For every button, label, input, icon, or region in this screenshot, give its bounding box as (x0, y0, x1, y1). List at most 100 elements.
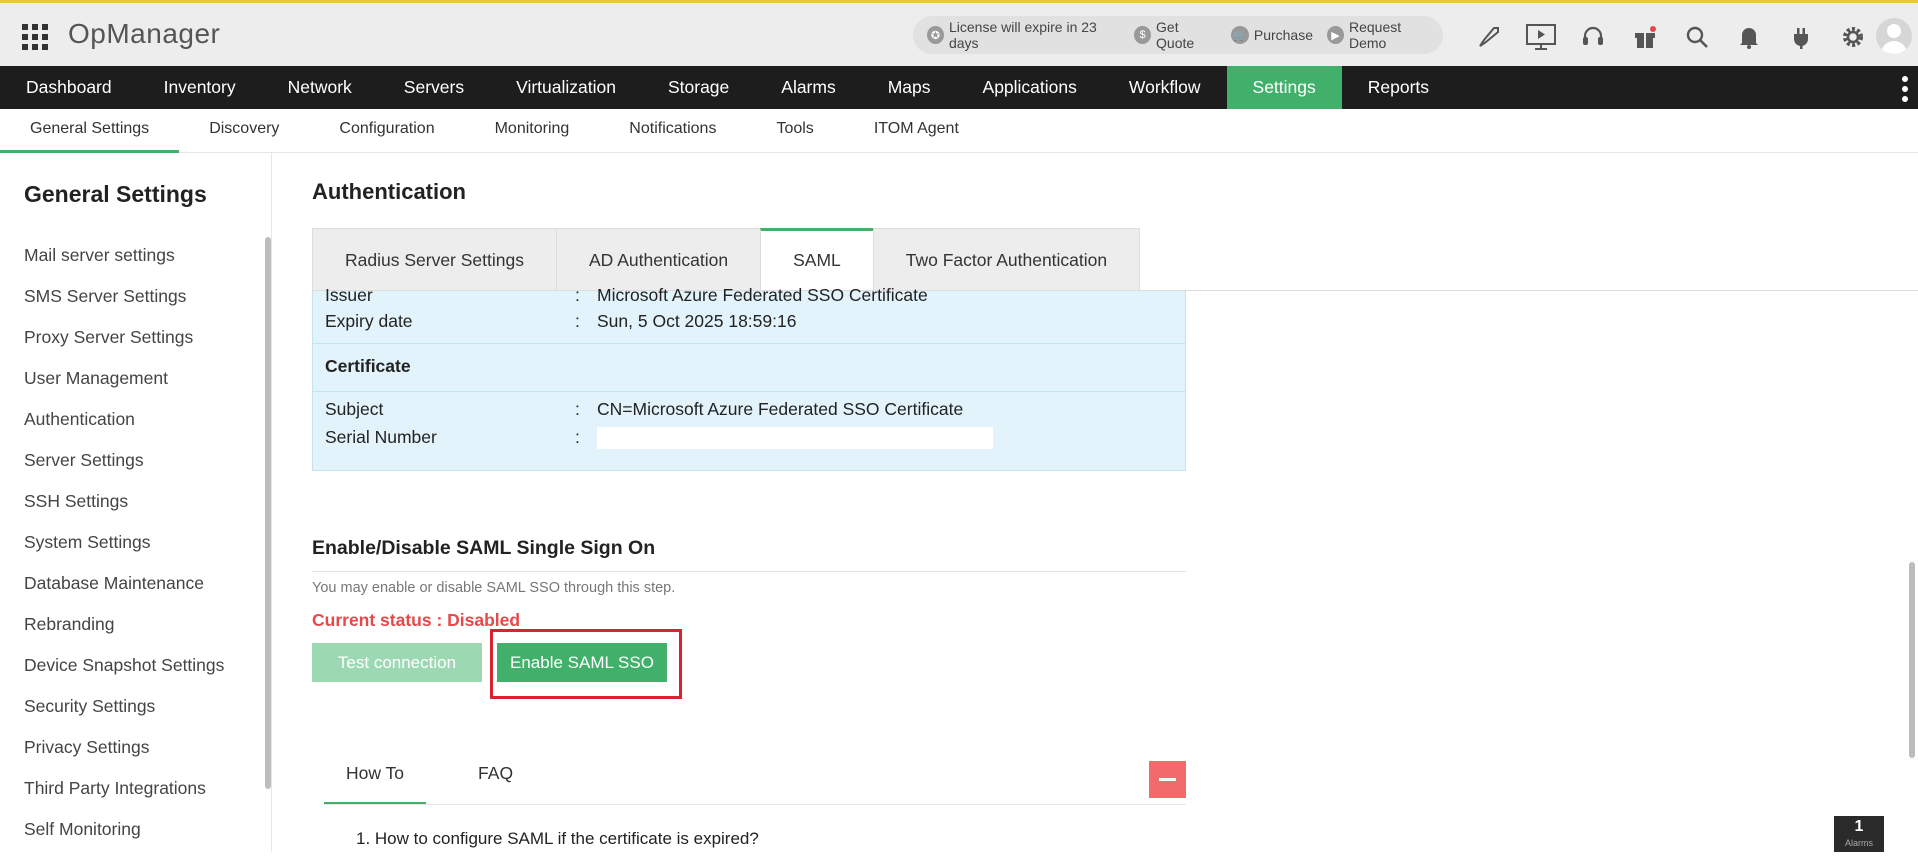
sidebar-item-system-settings[interactable]: System Settings (24, 530, 224, 571)
sidebar-item-sms-server-settings[interactable]: SMS Server Settings (24, 284, 224, 325)
license-icon: ✪ (927, 26, 944, 44)
enable-saml-sso-button[interactable]: Enable SAML SSO (497, 643, 667, 682)
search-icon[interactable] (1671, 20, 1723, 54)
sidebar-item-authentication[interactable]: Authentication (24, 407, 224, 448)
gift-icon[interactable] (1619, 20, 1671, 54)
main-content: Authentication Radius Server Settings AD … (272, 153, 1918, 852)
top-bar: OpManager ✪ License will expire in 23 da… (0, 0, 1918, 66)
auth-tabs: Radius Server Settings AD Authentication S… (312, 228, 1141, 291)
help-question[interactable]: 1. How to configure SAML if the certific… (356, 829, 759, 849)
subnav-tools[interactable]: Tools (746, 109, 843, 153)
certificate-section-header: Certificate (313, 343, 1185, 392)
subnav-general-settings[interactable]: General Settings (0, 109, 180, 153)
tab-two-factor-authentication[interactable]: Two Factor Authentication (872, 228, 1141, 291)
help-tabs-divider (324, 804, 1186, 805)
collapse-button[interactable] (1149, 761, 1186, 798)
subnav-itom-agent[interactable]: ITOM Agent (844, 109, 989, 153)
test-connection-button[interactable]: Test connection (312, 643, 482, 682)
user-avatar[interactable] (1876, 18, 1912, 54)
sidebar-item-user-management[interactable]: User Management (24, 366, 224, 407)
issuer-sep: : (575, 285, 580, 305)
expiry-row: Expiry date : Sun, 5 Oct 2025 18:59:16 (325, 311, 796, 332)
promo-bar: ✪ License will expire in 23 days $ Get Q… (913, 16, 1443, 54)
sidebar-item-privacy-settings[interactable]: Privacy Settings (24, 735, 224, 776)
subject-value: CN=Microsoft Azure Federated SSO Certifi… (597, 399, 964, 419)
plug-icon[interactable] (1775, 20, 1827, 54)
sidebar-item-proxy-server-settings[interactable]: Proxy Server Settings (24, 325, 224, 366)
sidebar-item-server-settings[interactable]: Server Settings (24, 448, 224, 489)
tab-ad-authentication[interactable]: AD Authentication (555, 228, 761, 291)
nav-alarms[interactable]: Alarms (755, 66, 861, 109)
main-nav: Dashboard Inventory Network Servers Virtuali… (0, 66, 1918, 109)
certificate-details: Issuer : Microsoft Azure Federated SSO C… (312, 285, 1186, 471)
bell-icon[interactable] (1723, 20, 1775, 54)
sso-section-title: Enable/Disable SAML Single Sign On (312, 537, 656, 559)
subnav-notifications[interactable]: Notifications (599, 109, 746, 153)
help-tab-faq[interactable]: FAQ (456, 756, 535, 804)
gear-icon[interactable] (1827, 20, 1879, 54)
sidebar-item-rebranding[interactable]: Rebranding (24, 612, 224, 653)
app-grid-icon[interactable] (22, 24, 48, 50)
subnav-monitoring[interactable]: Monitoring (465, 109, 600, 153)
sidebar-scrollbar[interactable] (265, 237, 271, 789)
issuer-value: Microsoft Azure Federated SSO Certificat… (597, 285, 928, 305)
help-tab-how-to[interactable]: How To (324, 756, 427, 804)
headset-icon[interactable] (1567, 20, 1619, 54)
dollar-icon: $ (1134, 26, 1152, 44)
nav-reports[interactable]: Reports (1342, 66, 1455, 109)
serial-label: Serial Number (325, 427, 437, 447)
cart-icon: 🛒 (1230, 26, 1249, 44)
nav-maps[interactable]: Maps (862, 66, 957, 109)
more-menu-icon[interactable] (1902, 76, 1908, 102)
get-quote-link[interactable]: $ Get Quote (1134, 19, 1217, 51)
serial-value-redacted (597, 427, 993, 449)
sidebar-item-device-snapshot-settings[interactable]: Device Snapshot Settings (24, 653, 224, 694)
sidebar-item-security-settings[interactable]: Security Settings (24, 694, 224, 735)
nav-dashboard[interactable]: Dashboard (0, 66, 138, 109)
subnav-configuration[interactable]: Configuration (309, 109, 464, 153)
nav-settings[interactable]: Settings (1226, 66, 1342, 109)
purchase-link[interactable]: 🛒 Purchase (1230, 26, 1313, 44)
sidebar-item-mail-server-settings[interactable]: Mail server settings (24, 243, 224, 284)
certificate-heading: Certificate (325, 356, 411, 376)
expiry-sep: : (575, 311, 580, 331)
expiry-value: Sun, 5 Oct 2025 18:59:16 (597, 311, 797, 331)
nav-network[interactable]: Network (262, 66, 378, 109)
sso-description: You may enable or disable SAML SSO throu… (312, 580, 676, 596)
request-demo-text: Request Demo (1348, 19, 1402, 51)
help-tabs: How To FAQ (324, 756, 565, 804)
subject-sep: : (575, 399, 580, 419)
subject-row: Subject : CN=Microsoft Azure Federated S… (325, 399, 963, 420)
sidebar-item-third-party-integrations[interactable]: Third Party Integrations (24, 776, 224, 817)
sub-nav: General Settings Discovery Configuration Mo… (0, 109, 1918, 153)
main-scrollbar[interactable] (1909, 562, 1915, 758)
serial-sep: : (575, 427, 580, 447)
nav-inventory[interactable]: Inventory (138, 66, 262, 109)
page-title: Authentication (312, 179, 466, 204)
issuer-label: Issuer (325, 285, 373, 305)
sidebar-item-ssh-settings[interactable]: SSH Settings (24, 489, 224, 530)
nav-applications[interactable]: Applications (957, 66, 1103, 109)
tab-radius-server-settings[interactable]: Radius Server Settings (312, 228, 556, 291)
nav-virtualization[interactable]: Virtualization (490, 66, 642, 109)
sso-status: Current status : Disabled (312, 610, 521, 630)
rocket-icon[interactable] (1463, 20, 1515, 54)
nav-workflow[interactable]: Workflow (1103, 66, 1227, 109)
subnav-discovery[interactable]: Discovery (179, 109, 309, 153)
tab-saml[interactable]: SAML (760, 228, 873, 291)
sso-section-divider (312, 571, 1186, 572)
license-link[interactable]: ✪ License will expire in 23 days (927, 19, 1120, 51)
license-text: License will expire in 23 days (948, 19, 1097, 51)
app-logo: OpManager (68, 18, 221, 49)
nav-storage[interactable]: Storage (642, 66, 755, 109)
presentation-icon[interactable] (1515, 20, 1567, 54)
serial-row: Serial Number : (325, 427, 993, 449)
nav-servers[interactable]: Servers (378, 66, 490, 109)
alarm-label: Alarms (1844, 838, 1873, 848)
demo-icon: ▶ (1327, 26, 1344, 44)
top-icon-bar (1463, 20, 1879, 54)
sidebar-title: General Settings (24, 181, 207, 207)
request-demo-link[interactable]: ▶ Request Demo (1327, 19, 1437, 51)
alarm-badge[interactable]: 1 Alarms (1834, 816, 1884, 852)
sidebar-item-database-maintenance[interactable]: Database Maintenance (24, 571, 224, 612)
